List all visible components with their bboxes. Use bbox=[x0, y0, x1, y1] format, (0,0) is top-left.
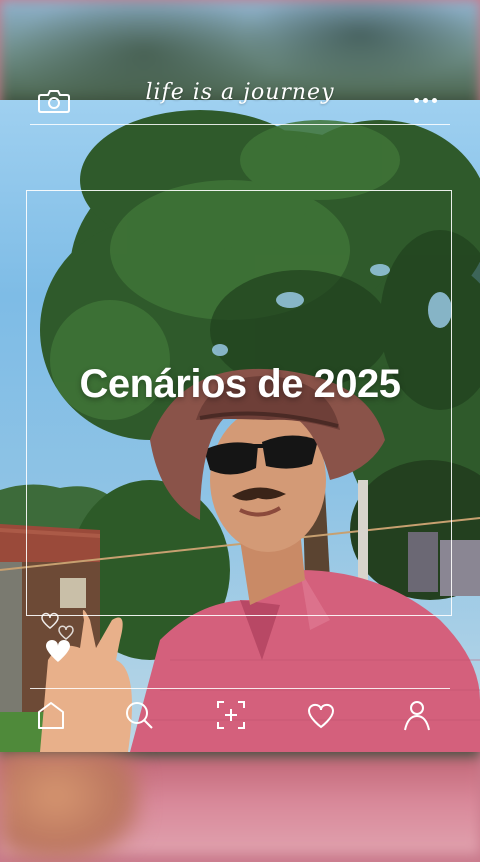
more-options-icon[interactable] bbox=[414, 95, 442, 105]
top-bar: life is a journey bbox=[0, 78, 480, 124]
heart-icon[interactable] bbox=[304, 698, 338, 732]
bottom-divider bbox=[30, 688, 450, 689]
blurred-hand bbox=[0, 752, 140, 862]
hearts-icon bbox=[38, 610, 82, 670]
top-divider bbox=[30, 124, 450, 125]
post-title: Cenários de 2025 bbox=[79, 362, 401, 406]
home-icon[interactable] bbox=[34, 698, 68, 732]
add-capture-icon[interactable] bbox=[214, 698, 248, 732]
bottom-navigation bbox=[0, 694, 480, 738]
profile-icon[interactable] bbox=[400, 698, 434, 732]
search-icon[interactable] bbox=[122, 698, 156, 732]
brand-title: life is a journey bbox=[145, 80, 335, 105]
